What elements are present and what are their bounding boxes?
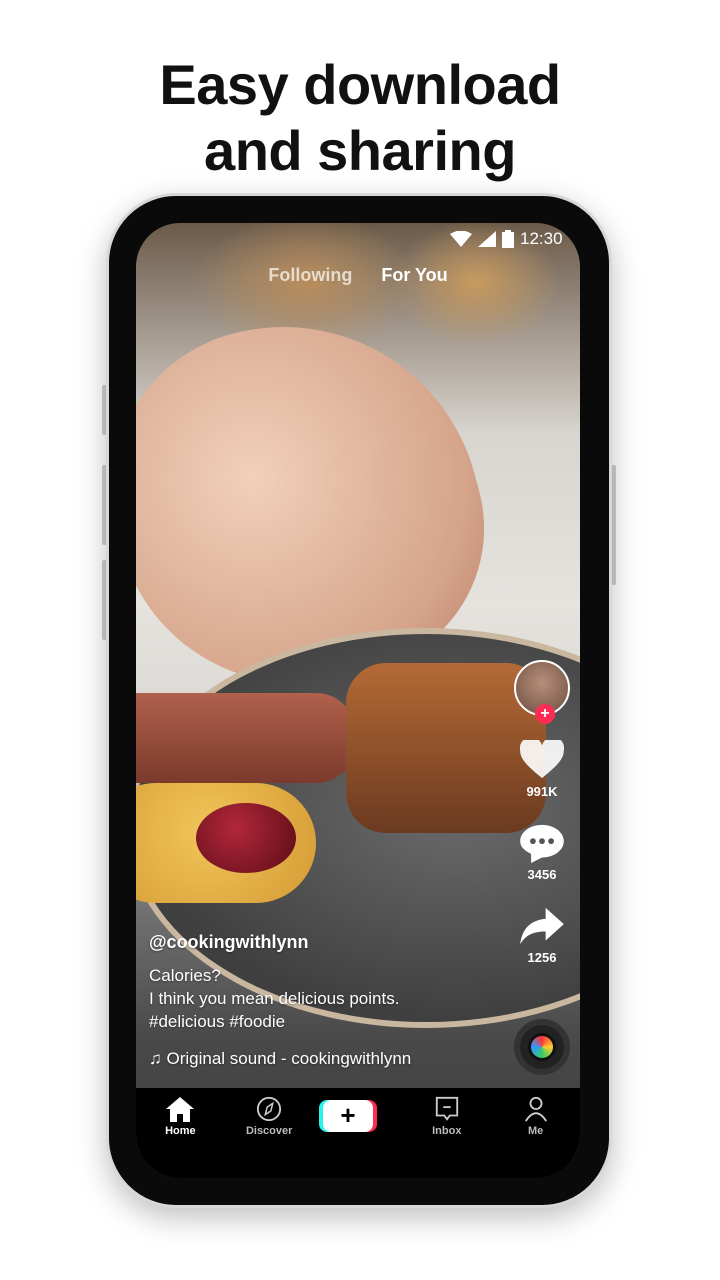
tab-for-you[interactable]: For You — [381, 265, 447, 285]
status-bar: 12:30 — [450, 229, 580, 249]
heart-icon — [520, 740, 564, 779]
battery-icon — [502, 230, 514, 248]
bottom-nav: Home Discover + Inbox Me — [136, 1088, 580, 1178]
share-count: 1256 — [527, 950, 557, 965]
like-count: 991K — [526, 784, 558, 799]
music-disc-icon — [528, 1033, 556, 1061]
hashtags[interactable]: #delicious #foodie — [149, 1010, 411, 1033]
comment-count: 3456 — [527, 867, 557, 882]
feed-tabs: Following For You — [136, 265, 580, 286]
music-note-icon: ♫ — [149, 1049, 167, 1068]
nav-inbox[interactable]: Inbox — [412, 1096, 482, 1137]
nav-discover[interactable]: Discover — [234, 1096, 304, 1137]
comment-icon — [520, 824, 564, 863]
headline: Easy download and sharing — [159, 53, 561, 182]
signal-icon — [478, 231, 496, 247]
sound-link[interactable]: ♫ Original sound - cookingwithlynn — [149, 1047, 411, 1070]
home-icon — [166, 1097, 195, 1122]
phone-screen: 12:30 Following For You + 991K 3456 1256… — [136, 223, 580, 1178]
compass-icon — [257, 1096, 282, 1122]
tab-following[interactable]: Following — [268, 265, 352, 285]
nav-create[interactable]: + — [322, 1096, 393, 1132]
comment-button[interactable]: 3456 — [512, 823, 572, 882]
post-caption: @cookingwithlynn Calories? I think you m… — [149, 931, 412, 1070]
status-time: 12:30 — [520, 229, 563, 248]
inbox-icon — [435, 1096, 458, 1121]
wifi-icon — [450, 231, 472, 247]
sound-disc[interactable] — [514, 1019, 570, 1075]
like-button[interactable]: 991K — [512, 740, 572, 799]
creator-avatar[interactable]: + — [514, 660, 570, 724]
person-icon — [524, 1096, 547, 1122]
follow-plus-icon[interactable]: + — [535, 704, 555, 724]
share-arrow-icon — [520, 907, 564, 945]
nav-home[interactable]: Home — [145, 1096, 215, 1137]
action-rail: + 991K 3456 1256 — [512, 660, 572, 965]
nav-me[interactable]: Me — [501, 1096, 571, 1137]
username[interactable]: @cookingwithlynn — [149, 931, 411, 954]
share-button[interactable]: 1256 — [512, 906, 572, 965]
plus-icon: + — [322, 1100, 373, 1132]
